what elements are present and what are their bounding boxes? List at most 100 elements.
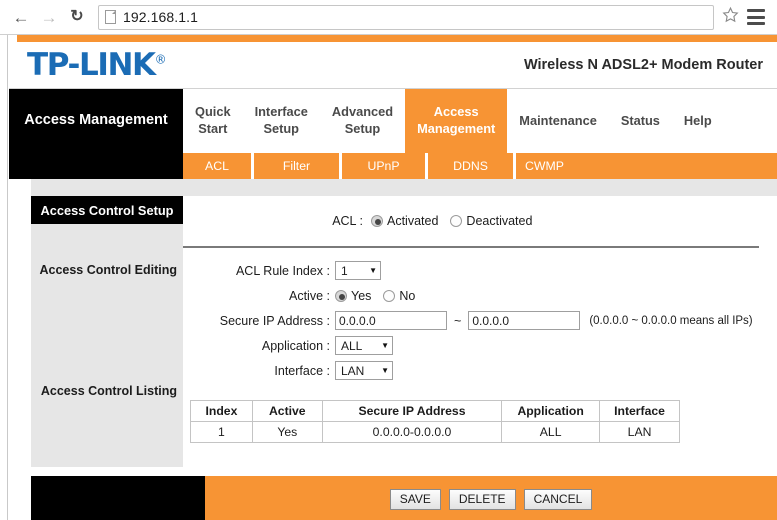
chevron-down-icon: ▼ bbox=[369, 266, 377, 275]
content-top-strip bbox=[31, 179, 777, 196]
acl-label: ACL : bbox=[183, 214, 363, 228]
sidebar-section-header: Access Control Setup bbox=[31, 196, 183, 224]
sidebar-group-access-control-listing: Access Control Listing bbox=[41, 384, 177, 398]
interface-label: Interface : bbox=[183, 364, 335, 378]
acl-activated-label: Activated bbox=[387, 214, 438, 228]
sub-navigation: ACL Filter UPnP DDNS CWMP bbox=[9, 153, 777, 179]
active-yes-label: Yes bbox=[351, 289, 371, 303]
interface-value: LAN bbox=[341, 364, 364, 378]
application-select[interactable]: ALL ▼ bbox=[335, 336, 393, 355]
device-model-label: Wireless N ADSL2+ Modem Router bbox=[524, 57, 763, 73]
acl-enable-row: ACL : Activated Deactivated bbox=[183, 196, 777, 228]
page-document-icon bbox=[105, 10, 116, 24]
sidebar-panel: Access Control Editing Access Control Li… bbox=[31, 224, 183, 467]
subtab-filter[interactable]: Filter bbox=[251, 153, 339, 179]
tab-quick-start[interactable]: Quick Start bbox=[183, 89, 243, 153]
acl-activated-radio[interactable] bbox=[371, 215, 383, 227]
tab-help[interactable]: Help bbox=[672, 89, 724, 153]
main-navigation: Access Management Quick Start Interface … bbox=[9, 89, 777, 153]
browser-nav-buttons: ← → ↻ bbox=[8, 4, 90, 30]
content-body: Access Control Setup Access Control Edit… bbox=[9, 196, 777, 467]
star-icon[interactable] bbox=[722, 6, 739, 28]
main-panel: ACL : Activated Deactivated ACL Rule Ind… bbox=[183, 196, 777, 467]
application-label: Application : bbox=[183, 339, 335, 353]
table-header-row: Index Active Secure IP Address Applicati… bbox=[191, 401, 680, 422]
table-row[interactable]: 1 Yes 0.0.0.0-0.0.0.0 ALL LAN bbox=[191, 422, 680, 443]
subnav-left-block bbox=[9, 153, 183, 179]
router-admin-page: TP-LINK® Wireless N ADSL2+ Modem Router … bbox=[0, 35, 777, 520]
cancel-button[interactable]: CANCEL bbox=[524, 489, 593, 510]
column-header-index: Index bbox=[191, 401, 253, 422]
page-content: TP-LINK® Wireless N ADSL2+ Modem Router … bbox=[9, 35, 777, 520]
ip-range-separator: ~ bbox=[454, 314, 461, 328]
access-control-listing: Index Active Secure IP Address Applicati… bbox=[183, 400, 777, 443]
application-value: ALL bbox=[341, 339, 362, 353]
browser-toolbar: ← → ↻ 192.168.1.1 bbox=[0, 0, 777, 35]
secure-ip-hint: (0.0.0.0 ~ 0.0.0.0 means all IPs) bbox=[589, 315, 752, 327]
tab-interface-setup[interactable]: Interface Setup bbox=[243, 89, 320, 153]
delete-button[interactable]: DELETE bbox=[449, 489, 516, 510]
nav-tabs: Quick Start Interface Setup Advanced Set… bbox=[183, 89, 777, 153]
column-header-secure-ip-address: Secure IP Address bbox=[322, 401, 501, 422]
active-yes-radio[interactable] bbox=[335, 290, 347, 302]
column-header-interface: Interface bbox=[600, 401, 680, 422]
registered-trademark-icon: ® bbox=[155, 52, 167, 66]
sidebar: Access Control Setup Access Control Edit… bbox=[9, 196, 183, 467]
url-text: 192.168.1.1 bbox=[123, 9, 198, 25]
column-header-active: Active bbox=[252, 401, 322, 422]
content-bottom-spacer bbox=[9, 467, 777, 476]
chevron-down-icon: ▼ bbox=[381, 341, 389, 350]
active-row: Active : Yes No bbox=[183, 284, 777, 307]
forward-arrow-icon[interactable]: → bbox=[36, 4, 62, 30]
brand-header: TP-LINK® Wireless N ADSL2+ Modem Router bbox=[9, 42, 777, 89]
interface-row: Interface : LAN ▼ bbox=[183, 359, 777, 382]
rule-index-row: ACL Rule Index : 1 ▼ bbox=[183, 259, 777, 282]
chevron-down-icon: ▼ bbox=[381, 366, 389, 375]
footer-left-block bbox=[31, 476, 205, 520]
rule-index-select[interactable]: 1 ▼ bbox=[335, 261, 381, 280]
rule-index-label: ACL Rule Index : bbox=[183, 264, 335, 278]
tab-maintenance[interactable]: Maintenance bbox=[507, 89, 609, 153]
secure-ip-start-input[interactable] bbox=[335, 311, 447, 330]
cell-active: Yes bbox=[252, 422, 322, 443]
subtab-ddns[interactable]: DDNS bbox=[425, 153, 513, 179]
back-arrow-icon[interactable]: ← bbox=[8, 4, 34, 30]
acl-deactivated-label: Deactivated bbox=[466, 214, 532, 228]
acl-deactivated-radio[interactable] bbox=[450, 215, 462, 227]
save-button[interactable]: SAVE bbox=[390, 489, 441, 510]
sidebar-group-access-control-editing: Access Control Editing bbox=[39, 263, 177, 277]
active-label: Active : bbox=[183, 289, 335, 303]
current-section-title: Access Management bbox=[9, 89, 183, 153]
tab-access-management[interactable]: Access Management bbox=[405, 89, 507, 153]
subnav-filler bbox=[574, 153, 777, 179]
acl-table: Index Active Secure IP Address Applicati… bbox=[190, 400, 680, 443]
subtab-acl[interactable]: ACL bbox=[183, 153, 251, 179]
subtab-upnp[interactable]: UPnP bbox=[339, 153, 425, 179]
tab-advanced-setup[interactable]: Advanced Setup bbox=[320, 89, 405, 153]
cell-secure-ip-address: 0.0.0.0-0.0.0.0 bbox=[322, 422, 501, 443]
address-bar[interactable]: 192.168.1.1 bbox=[98, 5, 714, 30]
rule-index-value: 1 bbox=[341, 264, 348, 278]
footer-action-bar: SAVE DELETE CANCEL bbox=[205, 476, 777, 520]
reload-icon[interactable]: ↻ bbox=[64, 4, 90, 30]
access-control-editing-form: ACL Rule Index : 1 ▼ Active : Yes No bbox=[183, 248, 777, 382]
subtab-cwmp[interactable]: CWMP bbox=[513, 153, 574, 179]
secure-ip-label: Secure IP Address : bbox=[183, 314, 335, 328]
page-left-rail bbox=[0, 35, 8, 520]
tplink-logo: TP-LINK® bbox=[27, 50, 167, 81]
secure-ip-end-input[interactable] bbox=[468, 311, 580, 330]
active-no-radio[interactable] bbox=[383, 290, 395, 302]
secure-ip-row: Secure IP Address : ~ (0.0.0.0 ~ 0.0.0.0… bbox=[183, 309, 777, 332]
top-accent-bar bbox=[17, 35, 777, 42]
cell-index: 1 bbox=[191, 422, 253, 443]
cell-application: ALL bbox=[502, 422, 600, 443]
interface-select[interactable]: LAN ▼ bbox=[335, 361, 393, 380]
subnav-tabs: ACL Filter UPnP DDNS CWMP bbox=[183, 153, 777, 179]
hamburger-menu-icon[interactable] bbox=[747, 9, 765, 25]
cell-interface: LAN bbox=[600, 422, 680, 443]
page-footer: SAVE DELETE CANCEL bbox=[9, 476, 777, 520]
application-row: Application : ALL ▼ bbox=[183, 334, 777, 357]
column-header-application: Application bbox=[502, 401, 600, 422]
logo-text: TP-LINK bbox=[27, 47, 155, 83]
tab-status[interactable]: Status bbox=[609, 89, 672, 153]
